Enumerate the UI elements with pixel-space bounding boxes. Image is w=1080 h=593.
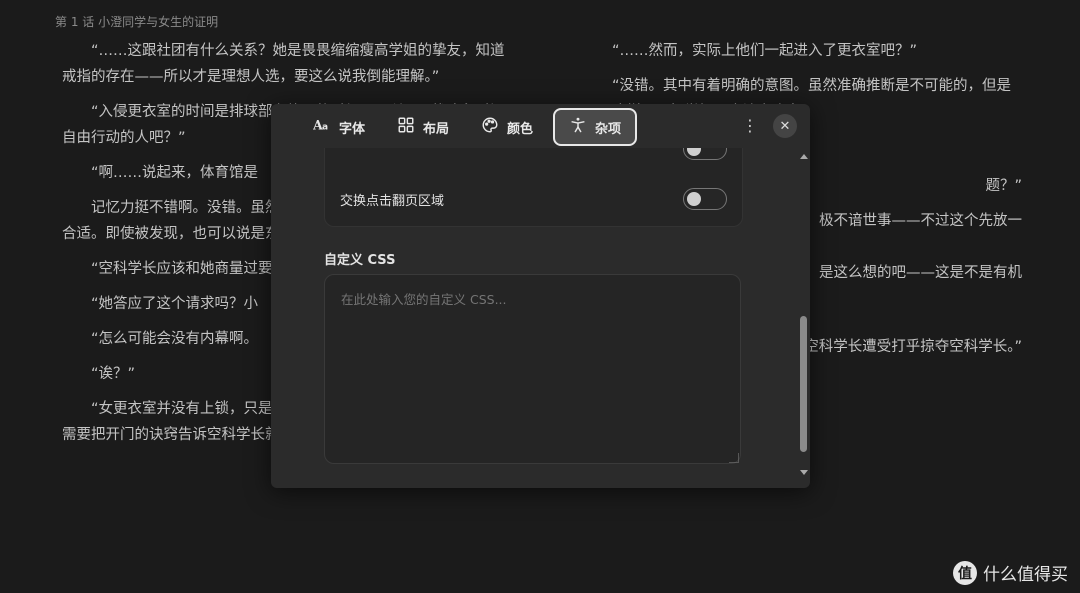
- paragraph: “……然而，实际上他们一起进入了更衣室吧？”: [612, 43, 918, 59]
- font-icon: Aa: [312, 116, 331, 138]
- settings-dialog: Aa 字体 布局 颜色 杂项 ⋮ ✕ 交换点击翻页区域 自定义 CSS 在此处输…: [271, 104, 810, 488]
- layout-icon: [397, 116, 415, 138]
- setting-row: [340, 148, 727, 169]
- settings-card: 交换点击翻页区域: [324, 148, 743, 227]
- setting-row-swap-tap-zones: 交换点击翻页区域: [340, 179, 727, 219]
- paragraph: “……这跟社团有什么关系？她是畏畏缩缩瘦高学姐的挚友，知道戒指的存在——所以才是…: [62, 43, 505, 85]
- tab-label: 布局: [423, 121, 450, 137]
- scrollbar-thumb[interactable]: [800, 316, 807, 452]
- chapter-title: 第 1 话 小澄同学与女生的证明: [55, 15, 219, 29]
- setting-label: 交换点击翻页区域: [340, 193, 445, 209]
- palette-icon: [481, 116, 499, 138]
- more-options-icon[interactable]: ⋮: [741, 116, 759, 136]
- toggle-knob: [687, 148, 701, 156]
- accessibility-icon: [569, 116, 587, 138]
- scroll-up-arrow-icon[interactable]: [800, 154, 808, 159]
- watermark: 值 什么值得买: [953, 560, 1068, 585]
- scrollbar[interactable]: [799, 148, 810, 478]
- watermark-text: 什么值得买: [983, 565, 1068, 585]
- tab-label: 杂项: [595, 121, 622, 137]
- toggle-knob: [687, 191, 701, 206]
- close-button[interactable]: ✕: [773, 114, 797, 138]
- custom-css-label: 自定义 CSS: [324, 253, 396, 268]
- toggle-switch[interactable]: [683, 148, 727, 160]
- smzdm-logo-icon: 值: [953, 560, 977, 585]
- svg-text:a: a: [322, 123, 328, 133]
- custom-css-input[interactable]: [324, 274, 741, 464]
- settings-tabs: Aa 字体 布局 颜色 杂项: [301, 107, 638, 147]
- settings-content: 交换点击翻页区域 自定义 CSS: [271, 148, 799, 488]
- tab-label: 字体: [339, 121, 366, 137]
- resize-handle[interactable]: [729, 453, 739, 463]
- tab-misc[interactable]: 杂项: [553, 108, 638, 146]
- tab-font[interactable]: Aa 字体: [301, 110, 377, 144]
- tab-label: 颜色: [507, 121, 534, 137]
- tab-layout[interactable]: 布局: [385, 110, 461, 144]
- scroll-down-arrow-icon[interactable]: [800, 470, 808, 475]
- tab-color[interactable]: 颜色: [469, 110, 545, 144]
- toggle-switch[interactable]: [683, 188, 727, 210]
